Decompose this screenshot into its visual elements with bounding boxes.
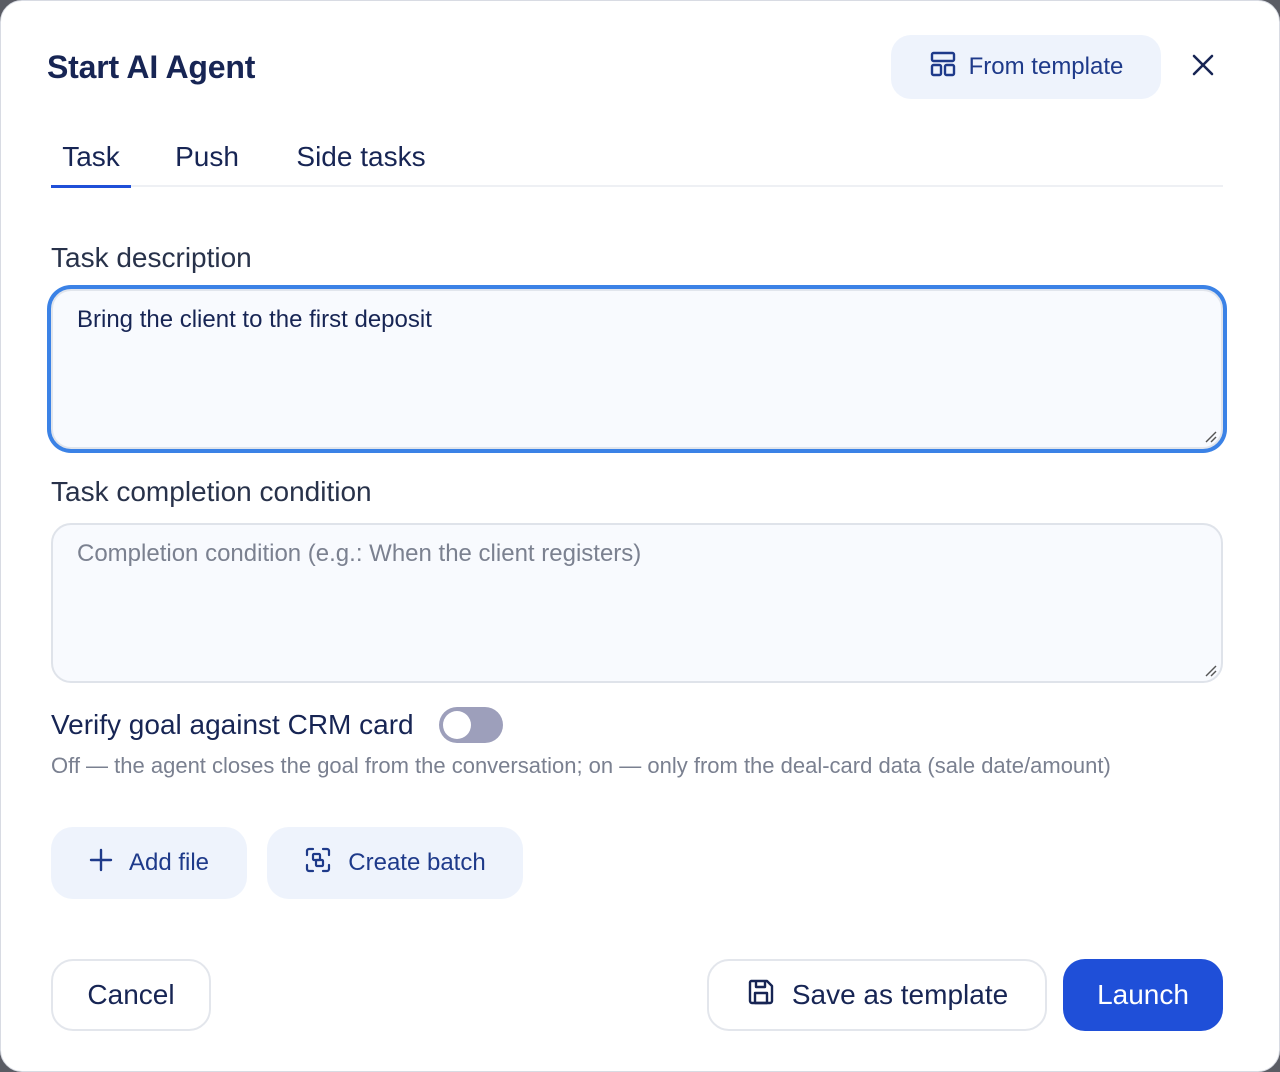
completion-condition-label: Task completion condition <box>51 476 372 507</box>
tab-task[interactable]: Task <box>51 131 131 188</box>
launch-button[interactable]: Launch <box>1063 959 1223 1031</box>
close-button[interactable] <box>1183 47 1223 87</box>
completion-condition-input[interactable] <box>53 525 1221 681</box>
from-template-button[interactable]: From template <box>891 35 1161 99</box>
tab-side-tasks[interactable]: Side tasks <box>291 131 431 185</box>
close-icon <box>1191 53 1215 82</box>
tab-push[interactable]: Push <box>171 131 243 185</box>
verify-goal-label: Verify goal against CRM card <box>51 709 414 740</box>
task-description-field-wrap: Bring the client to the first deposit <box>51 289 1223 449</box>
cancel-button[interactable]: Cancel <box>51 959 211 1031</box>
plus-icon <box>89 848 113 879</box>
resize-handle-icon[interactable] <box>1203 663 1217 677</box>
floppy-disk-icon <box>746 977 776 1014</box>
toggle-knob <box>443 711 471 739</box>
create-batch-button[interactable]: Create batch <box>267 827 523 899</box>
task-description-input[interactable]: Bring the client to the first deposit <box>53 291 1221 447</box>
create-batch-label: Create batch <box>348 849 486 876</box>
add-file-button[interactable]: Add file <box>51 827 247 899</box>
verify-goal-hint: Off — the agent closes the goal from the… <box>51 753 1111 778</box>
cancel-label: Cancel <box>87 979 175 1010</box>
from-template-label: From template <box>968 53 1124 80</box>
resize-handle-icon[interactable] <box>1203 429 1217 443</box>
completion-condition-field-wrap <box>51 523 1223 683</box>
add-file-label: Add file <box>128 849 210 876</box>
verify-goal-toggle[interactable] <box>439 707 503 743</box>
save-as-template-button[interactable]: Save as template <box>707 959 1047 1031</box>
scan-batch-icon <box>304 846 332 881</box>
modal-title: Start AI Agent <box>47 49 256 85</box>
task-description-label: Task description <box>51 242 252 273</box>
start-ai-agent-modal: Start AI Agent From template Task Push S… <box>0 0 1280 1072</box>
save-as-template-label: Save as template <box>791 979 1009 1010</box>
layout-template-icon <box>929 50 957 85</box>
tab-bar: Task Push Side tasks <box>51 131 1223 188</box>
